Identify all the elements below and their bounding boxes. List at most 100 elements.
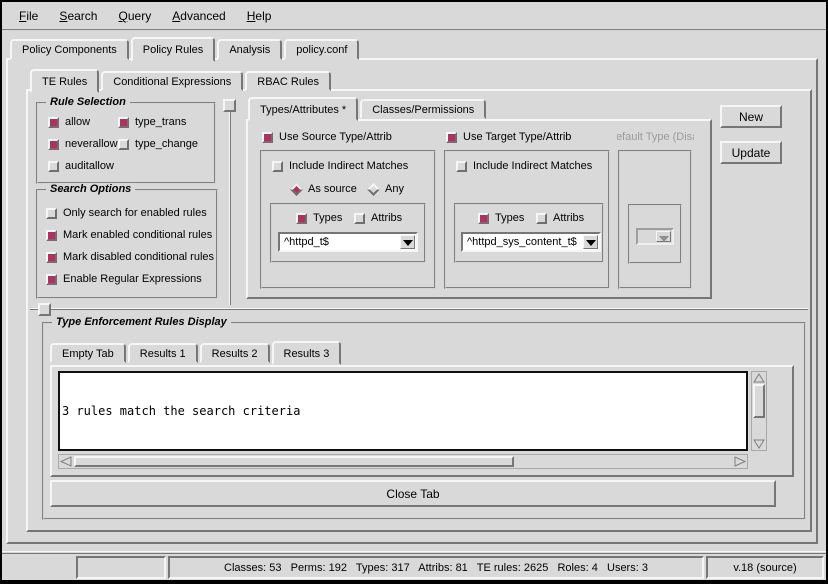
- checkbox-indicator: [48, 161, 59, 172]
- checkbox-indicator: [118, 139, 129, 150]
- new-button[interactable]: New: [720, 105, 782, 128]
- horizontal-sash-handle[interactable]: [38, 303, 51, 316]
- te-tabbar: TE Rules Conditional Expressions RBAC Ru…: [30, 69, 333, 91]
- tab-results-2[interactable]: Results 2: [200, 343, 270, 363]
- vertical-sash-handle[interactable]: [223, 99, 236, 112]
- source-types-group: Types Attribs ^httpd_t$: [270, 203, 426, 263]
- chevron-down-icon[interactable]: [400, 235, 415, 249]
- radio-label: As source: [308, 183, 357, 195]
- vertical-scroll-thumb[interactable]: [753, 384, 765, 418]
- update-button[interactable]: Update: [720, 141, 782, 164]
- tab-rbac-rules[interactable]: RBAC Rules: [245, 71, 331, 91]
- checkbox-type-change[interactable]: type_change: [118, 138, 198, 150]
- results-textarea[interactable]: 3 rules match the search criteria (5822)…: [58, 371, 748, 451]
- checkbox-indicator: [46, 208, 57, 219]
- default-type-combobox: [636, 228, 674, 245]
- checkbox-source-attribs[interactable]: Attribs: [354, 212, 402, 224]
- tab-results-3[interactable]: Results 3: [272, 341, 342, 365]
- default-type-label: Default Type (Disabled): [617, 131, 694, 143]
- checkbox-only-enabled[interactable]: Only search for enabled rules: [46, 207, 207, 219]
- horizontal-scrollbar[interactable]: [58, 454, 748, 469]
- source-group: Include Indirect Matches As source Any T…: [260, 150, 436, 289]
- checkbox-label: Attribs: [553, 212, 584, 224]
- checkbox-label: Include Indirect Matches: [289, 160, 408, 172]
- rule-selection-frame: Rule Selection allow type_trans neverall…: [36, 102, 216, 184]
- radio-as-source[interactable]: As source: [290, 183, 357, 195]
- checkbox-mark-enabled[interactable]: Mark enabled conditional rules: [46, 229, 212, 241]
- search-options-title: Search Options: [46, 183, 135, 195]
- ta-tabbar: Types/Attributes * Classes/Permissions: [248, 97, 488, 119]
- tab-analysis[interactable]: Analysis: [217, 39, 282, 60]
- status-left-box: [76, 556, 166, 579]
- tab-te-rules[interactable]: TE Rules: [30, 69, 99, 93]
- checkbox-indicator: [46, 252, 57, 263]
- checkbox-indicator: [536, 213, 547, 224]
- checkbox-indicator: [456, 161, 467, 172]
- menu-help[interactable]: Help: [238, 7, 281, 25]
- checkbox-auditallow[interactable]: auditallow: [48, 160, 114, 172]
- checkbox-target-types[interactable]: Types: [478, 212, 524, 224]
- horizontal-sash[interactable]: [30, 308, 808, 310]
- tab-empty-tab[interactable]: Empty Tab: [50, 343, 126, 363]
- checkbox-label: Types: [313, 212, 342, 224]
- ta-panel: Use Source Type/Attrib Include Indirect …: [246, 119, 712, 299]
- scroll-left-icon[interactable]: [60, 456, 72, 466]
- checkbox-indicator: [446, 132, 457, 143]
- checkbox-use-target[interactable]: Use Target Type/Attrib: [446, 131, 571, 143]
- te-rules-panel: Rule Selection allow type_trans neverall…: [26, 89, 812, 532]
- vertical-sash[interactable]: [229, 100, 231, 305]
- vertical-scrollbar[interactable]: [751, 371, 767, 451]
- checkbox-source-types[interactable]: Types: [296, 212, 342, 224]
- tab-conditional-expressions[interactable]: Conditional Expressions: [101, 71, 243, 91]
- tab-policy-rules[interactable]: Policy Rules: [131, 37, 216, 62]
- tab-policy-conf[interactable]: policy.conf: [284, 39, 359, 60]
- tab-types-attributes[interactable]: Types/Attributes *: [248, 97, 358, 121]
- checkbox-source-indirect[interactable]: Include Indirect Matches: [272, 160, 408, 172]
- checkbox-regex[interactable]: Enable Regular Expressions: [46, 273, 202, 285]
- statusbar-separator: [2, 551, 826, 554]
- menu-file[interactable]: File: [10, 7, 47, 25]
- results-summary: 3 rules match the search criteria: [62, 404, 744, 419]
- tab-classes-permissions[interactable]: Classes/Permissions: [360, 99, 486, 119]
- menu-query[interactable]: Query: [110, 7, 161, 25]
- checkbox-use-source[interactable]: Use Source Type/Attrib: [262, 131, 392, 143]
- checkbox-neverallow[interactable]: neverallow: [48, 138, 118, 150]
- search-options-frame: Search Options Only search for enabled r…: [36, 189, 218, 299]
- checkbox-label: Use Target Type/Attrib: [463, 131, 571, 143]
- target-type-combobox[interactable]: ^httpd_sys_content_t$: [461, 232, 601, 252]
- menu-advanced[interactable]: Advanced: [163, 7, 234, 25]
- checkbox-indicator: [262, 132, 273, 143]
- checkbox-allow[interactable]: allow: [48, 116, 90, 128]
- checkbox-label: Attribs: [371, 212, 402, 224]
- tab-results-1[interactable]: Results 1: [128, 343, 198, 363]
- horizontal-scroll-thumb[interactable]: [74, 456, 514, 467]
- checkbox-target-indirect[interactable]: Include Indirect Matches: [456, 160, 592, 172]
- checkbox-indicator: [118, 117, 129, 128]
- status-stats: Classes: 53 Perms: 192 Types: 317 Attrib…: [168, 556, 704, 579]
- tab-policy-components[interactable]: Policy Components: [10, 39, 129, 60]
- menubar: File Search Query Advanced Help: [2, 2, 826, 31]
- results-panel: 3 rules match the search criteria (5822)…: [50, 365, 794, 477]
- combobox-value: ^httpd_t$: [284, 236, 329, 248]
- close-tab-button[interactable]: Close Tab: [50, 480, 776, 507]
- menu-search[interactable]: Search: [50, 7, 106, 25]
- rule-selection-title: Rule Selection: [46, 96, 130, 108]
- checkbox-indicator: [48, 117, 59, 128]
- checkbox-type-trans[interactable]: type_trans: [118, 116, 186, 128]
- checkbox-indicator: [478, 213, 489, 224]
- chevron-down-icon: [656, 231, 671, 242]
- scroll-up-icon[interactable]: [753, 373, 765, 383]
- checkbox-label: Enable Regular Expressions: [63, 273, 202, 285]
- chevron-down-icon[interactable]: [583, 235, 598, 249]
- target-types-group: Types Attribs ^httpd_sys_content_t$: [454, 203, 604, 263]
- main-tabbar: Policy Components Policy Rules Analysis …: [10, 37, 361, 60]
- checkbox-target-attribs[interactable]: Attribs: [536, 212, 584, 224]
- source-type-combobox[interactable]: ^httpd_t$: [278, 232, 418, 252]
- checkbox-indicator: [272, 161, 283, 172]
- radio-any[interactable]: Any: [367, 183, 404, 195]
- checkbox-label: Use Source Type/Attrib: [279, 131, 392, 143]
- scroll-right-icon[interactable]: [734, 456, 746, 466]
- checkbox-mark-disabled[interactable]: Mark disabled conditional rules: [46, 251, 214, 263]
- checkbox-label: auditallow: [65, 160, 114, 172]
- scroll-down-icon[interactable]: [753, 439, 765, 449]
